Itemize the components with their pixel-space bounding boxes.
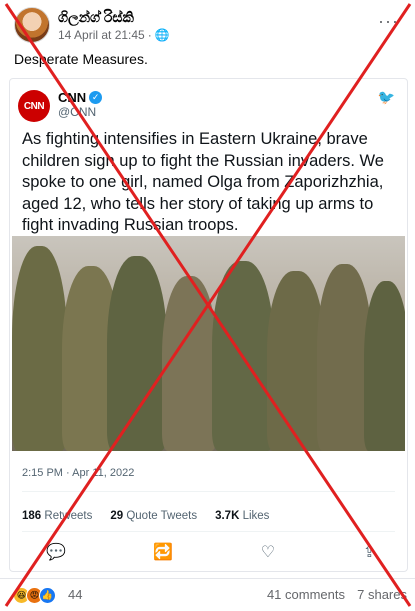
likes-label: Likes xyxy=(242,510,270,522)
post-header: ගිලන්ග් රිස්කි 14 April at 21:45 · 🌐 ··· xyxy=(0,0,415,48)
post-caption: Desperate Measures. xyxy=(14,51,148,67)
quotes-label: Quote Tweets xyxy=(126,510,198,522)
divider xyxy=(22,531,395,532)
tweet-time: 2:15 PM · Apr 11, 2022 xyxy=(22,467,135,479)
soldier-figure xyxy=(162,276,217,451)
likes-count: 3.7K xyxy=(215,510,240,522)
retweet-icon[interactable]: 🔁 xyxy=(153,542,173,562)
like-reaction-icon: 👍 xyxy=(39,587,56,604)
reaction-icons[interactable]: 😆 😡 👍 xyxy=(13,587,56,604)
twitter-bird-icon: 🐦 xyxy=(377,89,395,105)
verified-icon: ✓ xyxy=(89,91,103,104)
comments-count[interactable]: 41 comments xyxy=(267,587,345,602)
share-icon[interactable]: ⇪ xyxy=(363,542,376,562)
post-meta: 14 April at 21:45 · 🌐 xyxy=(58,28,170,42)
retweets-stat[interactable]: 186 Retweets xyxy=(22,510,92,522)
soldier-figure xyxy=(364,281,405,451)
tweet-text: As fighting intensifies in Eastern Ukrai… xyxy=(22,130,384,234)
tweet-author: CNN ✓ xyxy=(58,90,103,105)
soldier-figure xyxy=(107,256,167,451)
more-options-icon[interactable]: ··· xyxy=(378,11,399,32)
tweet-handle: @CNN xyxy=(58,105,97,119)
soldier-figure xyxy=(12,246,67,451)
tweet-author-name: CNN xyxy=(58,90,87,105)
post-timestamp[interactable]: 14 April at 21:45 xyxy=(58,28,145,42)
quotes-count: 29 xyxy=(110,510,124,522)
likes-stat[interactable]: 3.7K Likes xyxy=(215,510,269,522)
globe-icon: 🌐 xyxy=(154,28,170,42)
quotes-stat[interactable]: 29 Quote Tweets xyxy=(110,510,197,522)
soldier-figure xyxy=(212,261,274,451)
retweets-count: 186 xyxy=(22,510,42,522)
tweet-screenshot: CNN CNN ✓ @CNN 🐦 As fighting intensifies… xyxy=(9,78,408,572)
tweet-stats: 186 Retweets 29 Quote Tweets 3.7K Likes xyxy=(22,510,269,522)
cnn-logo: CNN xyxy=(18,90,50,122)
avatar[interactable] xyxy=(14,7,50,43)
retweets-label: Retweets xyxy=(44,510,93,522)
tweet-photo xyxy=(12,236,405,451)
post-footer: 😆 😡 👍 44 41 comments 7 shares xyxy=(0,578,415,611)
post-author[interactable]: ගිලන්ග් රිස්කි xyxy=(58,9,134,26)
divider xyxy=(22,491,395,492)
reaction-count[interactable]: 44 xyxy=(68,587,82,602)
like-icon[interactable]: ♡ xyxy=(261,542,275,562)
reply-icon[interactable]: 💬 xyxy=(46,542,66,562)
shares-count[interactable]: 7 shares xyxy=(357,587,407,602)
tweet-actions: 💬 🔁 ♡ ⇪ xyxy=(46,542,376,562)
dot-separator: · xyxy=(147,28,152,42)
